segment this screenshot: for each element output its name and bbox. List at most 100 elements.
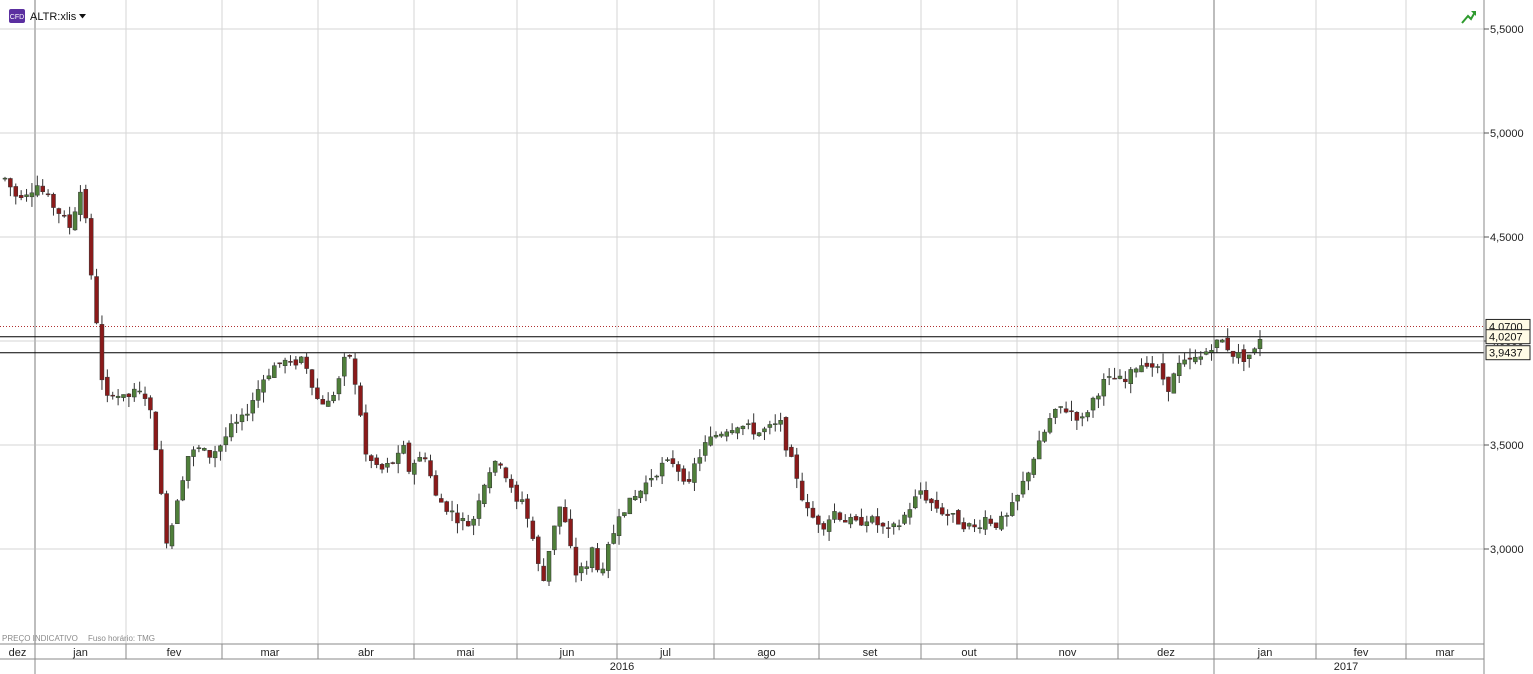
candle-body — [562, 507, 568, 523]
candle-body — [1236, 352, 1241, 359]
candle-body — [654, 475, 659, 478]
instrument-selector[interactable]: CFD ALTR:xlis — [9, 9, 86, 23]
candle-body — [676, 464, 681, 472]
candle-body — [153, 411, 159, 451]
candle-body — [428, 460, 433, 477]
candle-body — [13, 186, 19, 197]
candle[interactable] — [153, 411, 159, 451]
candle-body — [51, 193, 56, 208]
candle-body — [632, 496, 638, 501]
candle-body — [175, 500, 180, 524]
candle[interactable] — [546, 550, 552, 587]
candle-body — [702, 442, 708, 456]
candle-body — [245, 413, 250, 416]
candle-body — [1160, 363, 1166, 380]
candle[interactable] — [358, 382, 363, 417]
candle-body — [923, 490, 929, 501]
candle-body — [1047, 418, 1053, 433]
candle-body — [859, 516, 864, 526]
candle[interactable] — [627, 497, 633, 515]
candle-body — [142, 393, 148, 399]
price-chart[interactable]: 3,00003,50004,00004,50005,00005,5000 4,0… — [0, 0, 1533, 674]
month-label: out — [961, 647, 976, 659]
candle[interactable] — [88, 213, 94, 280]
candle[interactable] — [83, 184, 89, 224]
candle-body — [1171, 373, 1177, 394]
candle-body — [1090, 397, 1096, 411]
candle-body — [1042, 431, 1047, 442]
candle-body — [417, 457, 422, 462]
candle-body — [444, 501, 449, 512]
month-label: jan — [1257, 647, 1273, 659]
candle-body — [385, 463, 390, 468]
candle-body — [492, 460, 498, 473]
candle-body — [1004, 515, 1010, 517]
candle-body — [826, 519, 832, 532]
candle[interactable] — [1171, 372, 1177, 394]
candle-body — [1128, 369, 1133, 384]
candle[interactable] — [363, 404, 369, 462]
candle-body — [180, 480, 185, 501]
candle-body — [525, 498, 530, 519]
candle-body — [999, 515, 1004, 530]
candle-body — [1155, 366, 1160, 368]
instrument-symbol[interactable]: ALTR:xlis — [30, 11, 77, 23]
candle-body — [29, 192, 35, 198]
candle-body — [907, 509, 913, 518]
candle-body — [1209, 349, 1214, 353]
candle-body — [24, 194, 29, 197]
candle-body — [939, 507, 945, 515]
candle-body — [1074, 411, 1080, 421]
month-label: mai — [457, 647, 475, 659]
candle[interactable] — [169, 523, 175, 550]
candle-body — [288, 361, 293, 363]
month-label: jun — [559, 647, 575, 659]
candle-body — [460, 518, 466, 522]
candle[interactable] — [482, 483, 487, 508]
candle-body — [412, 462, 417, 475]
month-label: abr — [358, 647, 374, 659]
candle-body — [659, 462, 665, 477]
candle-body — [212, 451, 218, 459]
candle-body — [686, 479, 692, 482]
candle-body — [993, 522, 999, 529]
candle-body — [45, 193, 51, 196]
candle-body — [228, 423, 234, 438]
candle[interactable] — [94, 268, 99, 325]
candle-body — [568, 518, 573, 547]
candle-body — [277, 362, 282, 365]
candle-body — [1203, 351, 1209, 355]
candle-body — [934, 499, 940, 509]
candle-body — [99, 324, 105, 381]
candle-body — [110, 394, 115, 397]
candle-body — [589, 547, 595, 568]
candle-body — [918, 490, 923, 495]
candle-body — [816, 515, 821, 525]
candle-body — [439, 498, 444, 503]
candle-body — [482, 484, 487, 504]
candle[interactable] — [406, 440, 412, 475]
candle[interactable] — [956, 509, 961, 525]
candle-body — [35, 185, 40, 196]
candle[interactable] — [99, 315, 105, 390]
candle-body — [595, 548, 600, 571]
candle-body — [509, 478, 514, 488]
reference-labels: 4,07004,02073,9437 — [1485, 318, 1531, 361]
candle[interactable] — [175, 499, 180, 524]
candle-body — [762, 428, 767, 433]
candle-body — [1230, 350, 1236, 357]
candle[interactable] — [164, 490, 169, 549]
candle-body — [369, 455, 374, 462]
candle-body — [1187, 357, 1193, 360]
candle-body — [1053, 408, 1058, 418]
plot-area[interactable] — [0, 0, 1484, 644]
y-tick-label: 3,0000 — [1490, 544, 1524, 556]
candle-body — [88, 218, 94, 276]
candle-body — [132, 388, 137, 398]
candle-body — [740, 425, 746, 430]
candle-body — [638, 490, 643, 499]
candle-body — [121, 394, 126, 398]
candle-body — [848, 517, 853, 525]
candle-body — [810, 507, 816, 518]
candle-body — [1112, 377, 1117, 380]
